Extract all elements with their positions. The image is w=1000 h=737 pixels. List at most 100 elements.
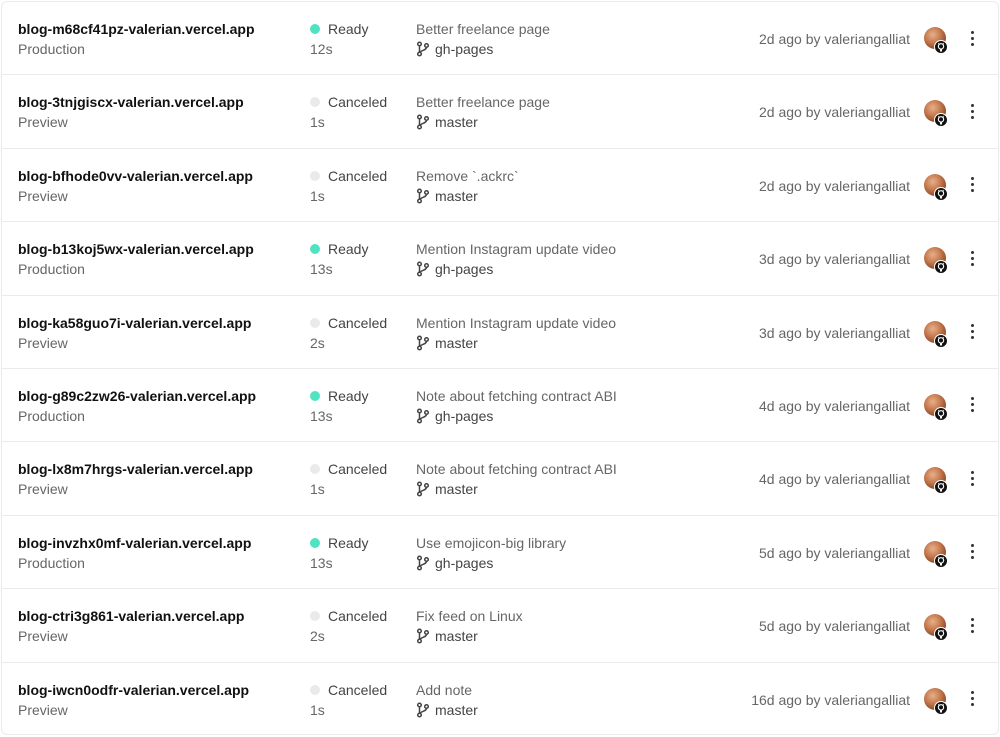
- branch-line[interactable]: gh-pages: [416, 406, 617, 426]
- more-options-button[interactable]: [964, 101, 980, 121]
- commit-message[interactable]: Note about fetching contract ABI: [416, 386, 617, 406]
- git-branch-icon: [416, 188, 430, 204]
- branch-line[interactable]: master: [416, 700, 478, 720]
- deployment-status: Canceled 2s: [310, 606, 387, 646]
- status-line: Ready: [310, 19, 368, 39]
- more-vertical-icon-dot: [970, 262, 974, 266]
- deployment-row[interactable]: blog-3tnjgiscx-valerian.vercel.app Previ…: [2, 75, 998, 149]
- deployment-age-author: 5d ago by valeriangalliat: [759, 544, 910, 561]
- deployment-environment: Production: [18, 41, 85, 57]
- deployment-url-link[interactable]: blog-m68cf41pz-valerian.vercel.app: [18, 19, 255, 39]
- deployment-info: blog-invzhx0mf-valerian.vercel.app Produ…: [18, 533, 251, 573]
- github-icon: [934, 700, 948, 715]
- deployment-info: blog-iwcn0odfr-valerian.vercel.app Previ…: [18, 680, 249, 720]
- more-options-button[interactable]: [964, 615, 980, 635]
- deployment-url-link[interactable]: blog-b13koj5wx-valerian.vercel.app: [18, 239, 254, 259]
- deployment-url-link[interactable]: blog-ka58guo7i-valerian.vercel.app: [18, 313, 251, 333]
- status-label: Canceled: [328, 608, 388, 625]
- more-vertical-icon-dot: [970, 550, 974, 554]
- deployment-row[interactable]: blog-iwcn0odfr-valerian.vercel.app Previ…: [2, 663, 998, 736]
- build-duration: 1s: [310, 701, 325, 718]
- avatar[interactable]: [924, 173, 948, 201]
- commit-message[interactable]: Better freelance page: [416, 92, 550, 112]
- deployment-environment: Preview: [18, 334, 68, 351]
- more-options-button[interactable]: [964, 395, 980, 415]
- avatar[interactable]: [924, 687, 948, 715]
- status-dot-icon: [310, 97, 320, 108]
- deployment-row[interactable]: blog-bfhode0vv-valerian.vercel.app Previ…: [2, 149, 998, 223]
- commit-message[interactable]: Better freelance page: [416, 19, 550, 39]
- deployment-row[interactable]: blog-ka58guo7i-valerian.vercel.app Previ…: [2, 296, 998, 369]
- deployment-age-author: 3d ago by valeriangalliat: [759, 251, 910, 268]
- deployment-url-link[interactable]: blog-iwcn0odfr-valerian.vercel.app: [18, 680, 249, 700]
- more-options-button[interactable]: [964, 322, 980, 342]
- commit-message[interactable]: Note about fetching contract ABI: [416, 459, 617, 479]
- more-options-button[interactable]: [964, 28, 980, 48]
- branch-line[interactable]: master: [416, 112, 550, 132]
- branch-line[interactable]: gh-pages: [416, 39, 550, 59]
- deployment-row[interactable]: blog-m68cf41pz-valerian.vercel.app Produ…: [2, 2, 998, 76]
- avatar[interactable]: [924, 393, 948, 421]
- more-vertical-icon-dot: [970, 250, 974, 254]
- deployment-info: blog-3tnjgiscx-valerian.vercel.app Previ…: [18, 92, 244, 132]
- more-options-button[interactable]: [964, 689, 980, 709]
- status-dot-icon: [310, 24, 320, 34]
- status-dot-icon: [310, 170, 320, 181]
- avatar[interactable]: [924, 100, 948, 128]
- status-line: Canceled: [310, 313, 387, 333]
- commit-info: Remove `.ackrc` master: [416, 166, 519, 206]
- branch-line[interactable]: gh-pages: [416, 553, 566, 573]
- deployment-url-link[interactable]: blog-ctri3g861-valerian.vercel.app: [18, 606, 244, 626]
- git-branch-icon: [416, 628, 430, 644]
- deployment-url-link[interactable]: blog-invzhx0mf-valerian.vercel.app: [18, 533, 251, 553]
- build-duration: 13s: [310, 554, 333, 571]
- deployment-row[interactable]: blog-invzhx0mf-valerian.vercel.app Produ…: [2, 516, 998, 590]
- commit-message[interactable]: Use emojicon-big library: [416, 533, 566, 553]
- deployment-url-link[interactable]: blog-3tnjgiscx-valerian.vercel.app: [18, 92, 244, 112]
- deployment-row[interactable]: blog-lx8m7hrgs-valerian.vercel.app Previ…: [2, 442, 998, 516]
- status-line: Canceled: [310, 166, 387, 186]
- more-vertical-icon-dot: [970, 42, 974, 46]
- branch-line[interactable]: gh-pages: [416, 259, 616, 279]
- more-vertical-icon-dot: [970, 330, 974, 334]
- more-options-button[interactable]: [964, 468, 980, 488]
- more-options-button[interactable]: [964, 542, 980, 562]
- deployment-info: blog-bfhode0vv-valerian.vercel.app Previ…: [18, 166, 253, 206]
- avatar[interactable]: [924, 614, 948, 642]
- build-duration: 1s: [310, 481, 325, 498]
- status-label: Ready: [328, 21, 369, 37]
- more-vertical-icon-dot: [970, 629, 974, 633]
- branch-line[interactable]: master: [416, 626, 523, 646]
- deployment-row[interactable]: blog-g89c2zw26-valerian.vercel.app Produ…: [2, 369, 998, 443]
- commit-message[interactable]: Mention Instagram update video: [416, 239, 616, 259]
- commit-message[interactable]: Mention Instagram update video: [416, 313, 616, 333]
- deployment-environment: Production: [18, 554, 85, 571]
- avatar[interactable]: [924, 320, 948, 348]
- deployment-status: Ready 13s: [310, 533, 368, 573]
- branch-name: master: [435, 187, 478, 204]
- deployment-row[interactable]: blog-ctri3g861-valerian.vercel.app Previ…: [2, 589, 998, 663]
- deployment-url-link[interactable]: blog-lx8m7hrgs-valerian.vercel.app: [18, 459, 253, 479]
- commit-message[interactable]: Fix feed on Linux: [416, 606, 523, 626]
- deployment-url-link[interactable]: blog-bfhode0vv-valerian.vercel.app: [18, 166, 253, 186]
- more-vertical-icon-dot: [970, 256, 974, 260]
- deployment-environment: Preview: [18, 481, 68, 498]
- commit-message[interactable]: Remove `.ackrc`: [416, 166, 519, 186]
- more-vertical-icon-dot: [970, 397, 974, 401]
- branch-line[interactable]: master: [416, 333, 616, 353]
- deployment-age-author: 4d ago by valeriangalliat: [759, 397, 910, 414]
- more-options-button[interactable]: [964, 175, 980, 195]
- avatar[interactable]: [924, 27, 948, 54]
- branch-line[interactable]: master: [416, 479, 617, 499]
- commit-message[interactable]: Add note: [416, 680, 478, 700]
- more-options-button[interactable]: [964, 248, 980, 268]
- avatar[interactable]: [924, 540, 948, 568]
- git-branch-icon: [416, 41, 430, 57]
- deployment-url-link[interactable]: blog-g89c2zw26-valerian.vercel.app: [18, 386, 256, 406]
- deployment-row[interactable]: blog-b13koj5wx-valerian.vercel.app Produ…: [2, 222, 998, 296]
- more-vertical-icon-dot: [970, 36, 974, 40]
- status-dot-icon: [310, 537, 320, 548]
- avatar[interactable]: [924, 247, 948, 275]
- branch-line[interactable]: master: [416, 186, 519, 206]
- avatar[interactable]: [924, 467, 948, 495]
